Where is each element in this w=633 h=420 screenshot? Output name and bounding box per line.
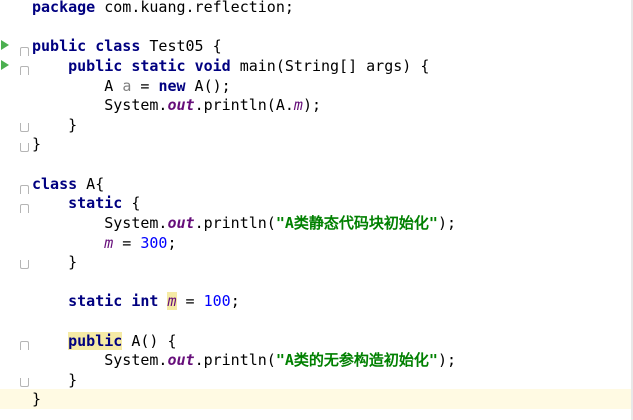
code-text: System. — [104, 214, 168, 232]
code-text: .println( — [194, 214, 276, 232]
code-text: System. — [104, 96, 168, 114]
code-line-static-int-m[interactable]: static int m = 100; — [32, 291, 240, 311]
code-editor[interactable]: package com.kuang.reflection; public cla… — [0, 0, 633, 420]
fold-close-icon[interactable] — [20, 143, 29, 152]
keyword: class — [95, 37, 141, 55]
unused-variable: a — [122, 77, 132, 95]
code-text: ); — [302, 96, 321, 114]
code-line-static-block[interactable]: static { — [32, 193, 140, 213]
static-field: out — [167, 214, 195, 232]
code-line-close-brace[interactable]: } — [32, 370, 77, 390]
code-line-assign-300[interactable]: m = 300; — [32, 233, 177, 253]
run-main-arrow-icon[interactable] — [1, 60, 9, 70]
code-line-close-brace[interactable]: } — [32, 115, 77, 135]
code-line-close-brace[interactable]: } — [32, 134, 41, 154]
code-text: } — [68, 371, 78, 389]
static-field: out — [167, 351, 195, 369]
code-line-package[interactable]: package com.kuang.reflection; — [32, 0, 294, 17]
code-text: main(String[] args) { — [230, 57, 430, 75]
number-literal: 300 — [140, 234, 168, 252]
keyword-highlighted: public — [68, 332, 123, 350]
keyword: void — [194, 57, 231, 75]
static-field-highlighted: m — [167, 292, 177, 310]
fold-open-icon[interactable] — [20, 341, 29, 350]
code-text: com.kuang.reflection; — [95, 0, 294, 16]
keyword: static — [68, 292, 123, 310]
code-line-println-am[interactable]: System.out.println(A.m); — [32, 95, 321, 115]
code-text: A{ — [77, 175, 105, 193]
code-text: } — [68, 116, 78, 134]
code-text: } — [32, 390, 42, 408]
run-class-arrow-icon[interactable] — [1, 40, 9, 50]
keyword: public — [32, 37, 87, 55]
code-text: } — [32, 135, 42, 153]
code-line-println-static[interactable]: System.out.println("A类静态代码块初始化"); — [32, 213, 456, 233]
fold-open-icon[interactable] — [20, 204, 29, 213]
keyword: static — [68, 194, 123, 212]
code-line-current[interactable]: } — [0, 389, 633, 409]
number-literal: 100 — [203, 292, 231, 310]
static-field: m — [104, 234, 114, 252]
fold-close-icon[interactable] — [20, 260, 29, 269]
keyword: class — [32, 175, 78, 193]
code-text: ); — [437, 351, 456, 369]
keyword: package — [32, 0, 96, 16]
code-text: A(); — [185, 77, 231, 95]
fold-close-icon[interactable] — [20, 123, 29, 132]
code-line-main[interactable]: public static void main(String[] args) { — [32, 56, 429, 76]
string-literal: "A类的无参构造初始化" — [275, 351, 438, 369]
static-field: m — [293, 96, 303, 114]
keyword: public — [68, 57, 123, 75]
code-line-close-brace[interactable]: } — [32, 252, 77, 272]
code-text: Test05 { — [140, 37, 222, 55]
code-line-class-test05[interactable]: public class Test05 { — [32, 36, 222, 56]
code-text: { — [122, 194, 141, 212]
fold-open-icon[interactable] — [20, 185, 29, 194]
static-field: out — [167, 96, 195, 114]
code-text: = — [131, 77, 159, 95]
keyword: int — [131, 292, 159, 310]
keyword: new — [158, 77, 186, 95]
code-text: ; — [230, 292, 240, 310]
fold-open-icon[interactable] — [20, 66, 29, 75]
code-line-println-constructor[interactable]: System.out.println("A类的无参构造初始化"); — [32, 350, 456, 370]
code-text: ); — [437, 214, 456, 232]
string-literal: "A类静态代码块初始化" — [275, 214, 438, 232]
editor-gutter[interactable] — [0, 0, 30, 420]
keyword: static — [131, 57, 186, 75]
code-text: A — [104, 77, 123, 95]
code-line-constructor[interactable]: public A() { — [32, 331, 177, 351]
fold-open-icon[interactable] — [20, 47, 29, 56]
code-text: A() { — [122, 332, 177, 350]
fold-close-icon[interactable] — [20, 378, 29, 387]
code-text: ; — [167, 234, 177, 252]
code-text: System. — [104, 351, 168, 369]
code-text: } — [68, 253, 78, 271]
code-line-new-a[interactable]: A a = new A(); — [32, 76, 231, 96]
code-text: = — [113, 234, 141, 252]
code-text: .println( — [194, 351, 276, 369]
code-text: = — [176, 292, 204, 310]
code-text: .println(A. — [194, 96, 294, 114]
code-line-class-a[interactable]: class A{ — [32, 174, 104, 194]
